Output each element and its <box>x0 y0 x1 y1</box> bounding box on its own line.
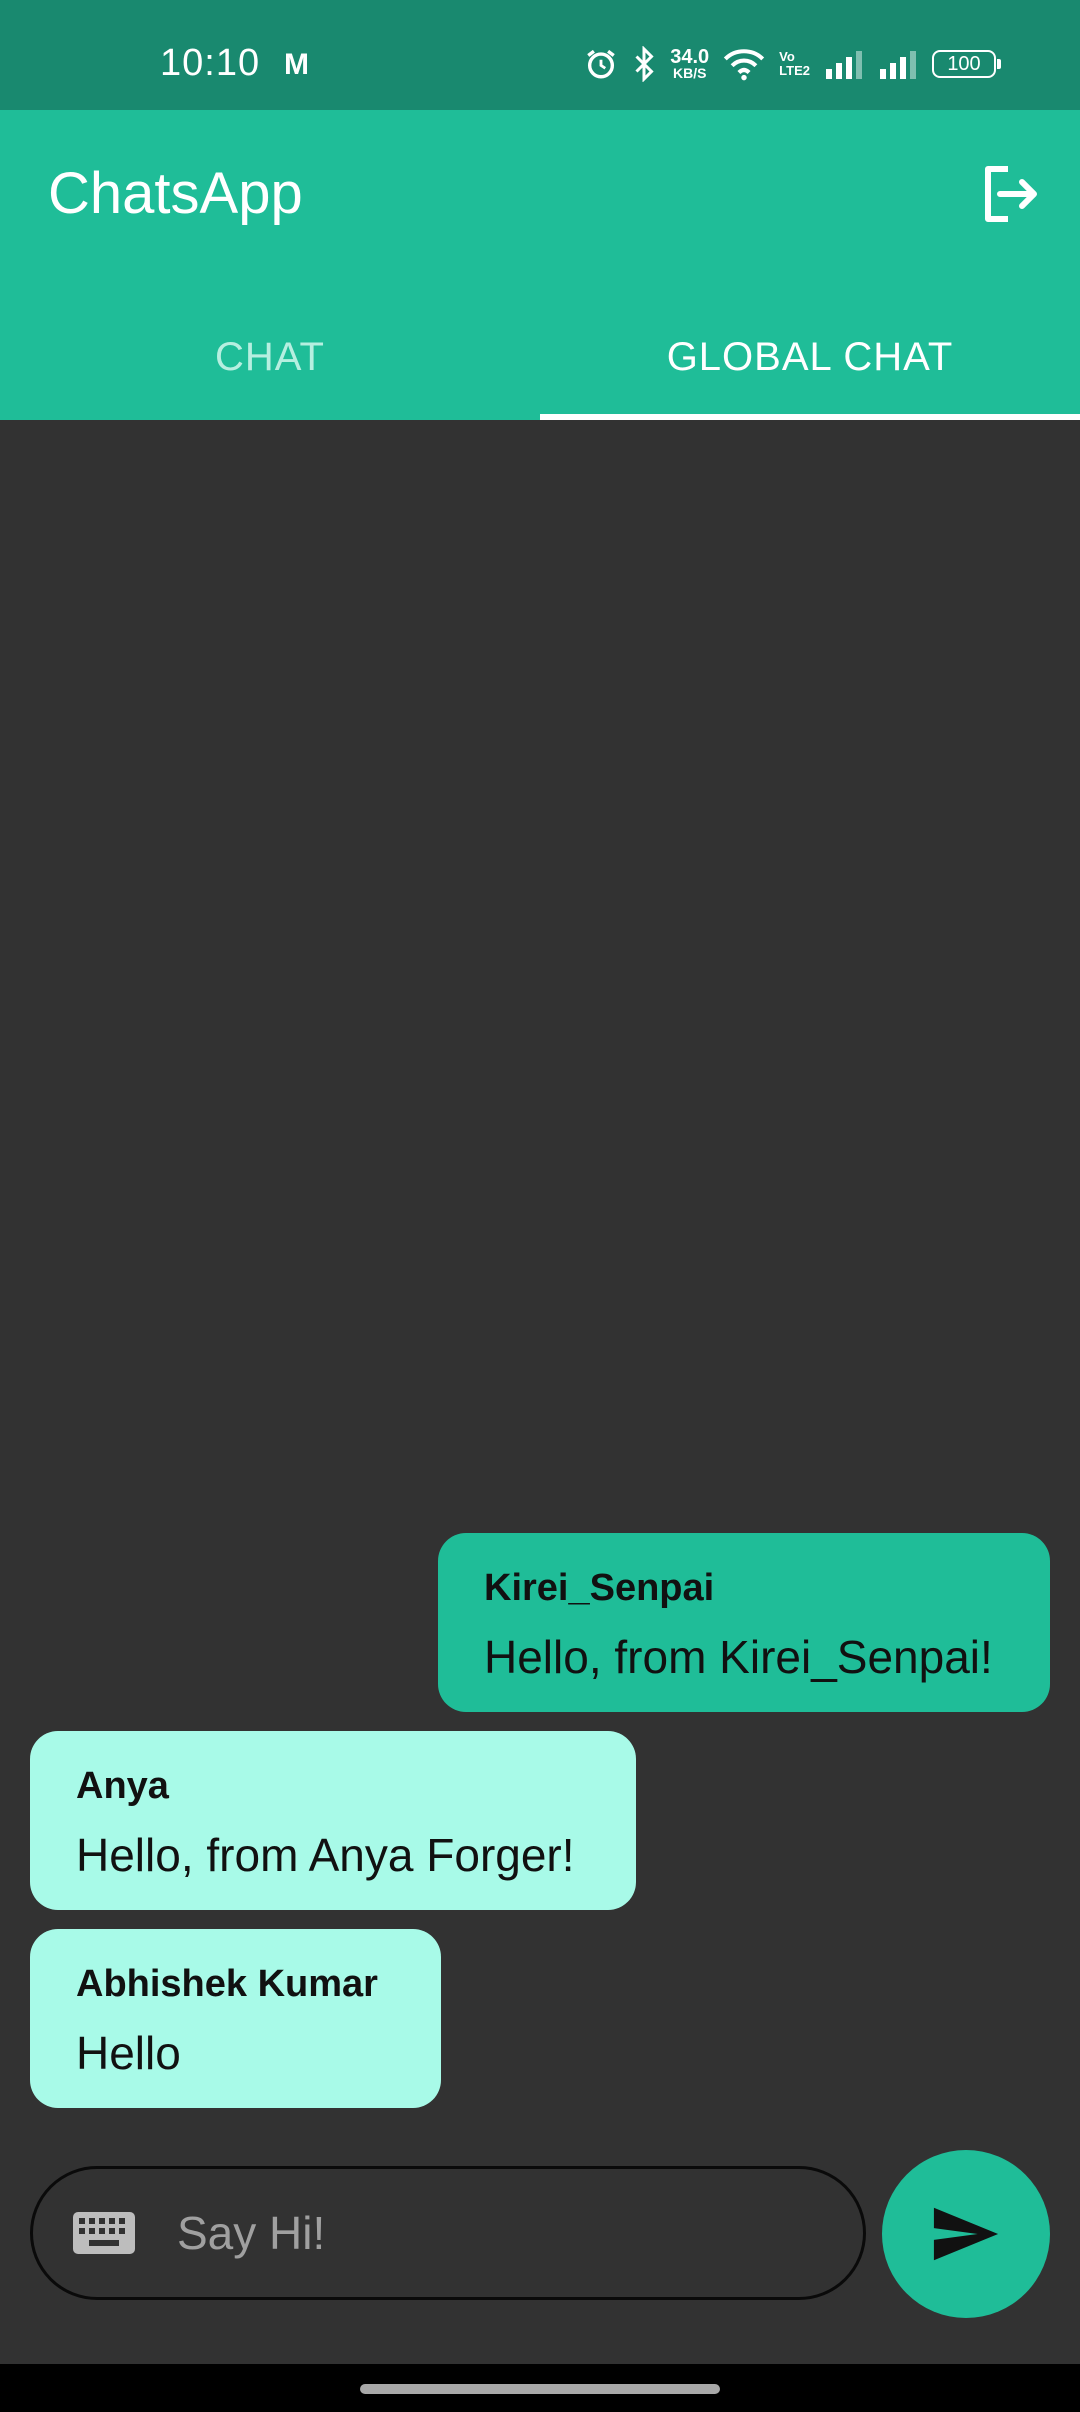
bluetooth-icon <box>635 46 654 82</box>
net-speed-unit: KB/S <box>672 65 707 81</box>
send-icon <box>933 2207 999 2261</box>
signal-icon <box>826 51 862 79</box>
message-sender: Abhishek Kumar <box>76 1963 378 2005</box>
keyboard-icon <box>73 2212 135 2254</box>
message-composer <box>30 2166 866 2300</box>
volte-top: Vo <box>779 49 795 64</box>
message-list[interactable]: Kirei_Senpai Hello, from Kirei_Senpai! A… <box>0 420 1080 2120</box>
logout-button[interactable] <box>970 154 1050 234</box>
logout-icon <box>985 166 1037 222</box>
tab-bar: CHAT GLOBAL CHAT <box>0 294 1080 420</box>
carrier-icon: M <box>284 48 309 81</box>
status-icons: 34.0 KB/S Vo LTE2 100 <box>584 44 1001 84</box>
message-input[interactable] <box>175 2205 819 2261</box>
app-bar: ChatsApp CHAT GLOBAL CHAT <box>0 110 1080 420</box>
navigation-bar <box>0 2364 1080 2412</box>
app-title: ChatsApp <box>48 161 303 226</box>
home-gesture-handle[interactable] <box>360 2384 720 2394</box>
status-bar: 10:10 M 34.0 KB/S Vo LTE2 100 <box>0 0 1080 110</box>
alarm-icon <box>587 49 616 79</box>
battery-level: 100 <box>947 52 981 75</box>
message-text: Hello, from Anya Forger! <box>76 1829 575 1881</box>
battery-icon: 100 <box>932 50 1001 78</box>
message-bubble[interactable]: Anya Hello, from Anya Forger! <box>30 1731 636 1910</box>
tab-global-chat[interactable]: GLOBAL CHAT <box>540 294 1080 420</box>
message-sender: Anya <box>76 1765 169 1807</box>
message-text: Hello <box>76 2027 181 2079</box>
net-speed: 34.0 KB/S <box>670 46 710 81</box>
send-button[interactable] <box>882 2150 1050 2318</box>
message-sender: Kirei_Senpai <box>484 1567 715 1609</box>
message-bubble[interactable]: Abhishek Kumar Hello <box>30 1929 441 2108</box>
net-speed-value: 34.0 <box>670 46 710 68</box>
status-time: 10:10 <box>160 42 261 84</box>
volte-bottom: LTE2 <box>779 63 810 78</box>
wifi-icon <box>724 49 765 81</box>
tab-chat[interactable]: CHAT <box>0 294 540 420</box>
volte-indicator: Vo LTE2 <box>779 50 810 78</box>
tab-global-chat-label: GLOBAL CHAT <box>666 334 954 379</box>
message-text: Hello, from Kirei_Senpai! <box>484 1631 993 1683</box>
message-bubble[interactable]: Kirei_Senpai Hello, from Kirei_Senpai! <box>438 1533 1050 1712</box>
signal-icon <box>880 51 916 79</box>
tab-chat-label: CHAT <box>215 334 325 379</box>
